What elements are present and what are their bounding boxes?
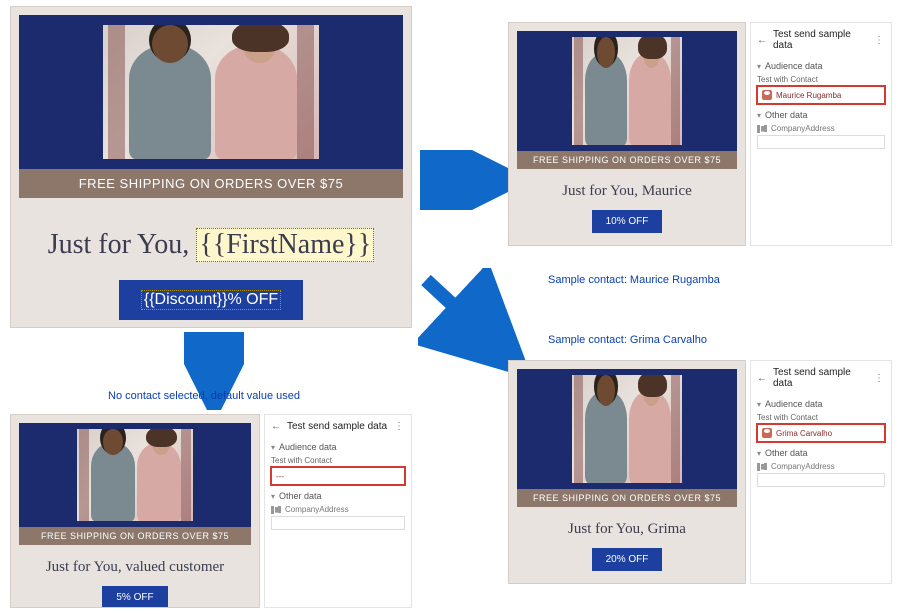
contact-label: Test with Contact (757, 413, 885, 422)
contact-label: Test with Contact (757, 75, 885, 84)
hero-image (19, 423, 251, 527)
discount-button[interactable]: {{Discount}}% OFF (119, 280, 303, 320)
contact-value: Maurice Rugamba (776, 91, 841, 100)
firstname-token[interactable]: {{FirstName}} (196, 228, 374, 262)
annotation-default: No contact selected, default value used (108, 390, 300, 402)
contact-input[interactable]: --- (271, 467, 405, 485)
annotation-maurice: Sample contact: Maurice Rugamba (548, 274, 720, 286)
email-preview-template: FREE SHIPPING ON ORDERS OVER $75 Just fo… (10, 6, 412, 328)
other-section[interactable]: Other data (271, 491, 405, 501)
sample-data-panel-grima: ← Test send sample data ⋮ Audience data … (750, 360, 892, 584)
audience-section[interactable]: Audience data (757, 61, 885, 71)
other-section[interactable]: Other data (757, 448, 885, 458)
contact-icon (762, 428, 772, 438)
resolved-name: Grima (648, 521, 686, 537)
audience-section[interactable]: Audience data (757, 399, 885, 409)
contact-input[interactable]: Grima Carvalho (757, 424, 885, 442)
other-section[interactable]: Other data (757, 110, 885, 120)
contact-value: Grima Carvalho (776, 429, 832, 438)
contact-input[interactable]: Maurice Rugamba (757, 86, 885, 104)
discount-button[interactable]: 5% OFF (102, 586, 167, 608)
audience-section[interactable]: Audience data (271, 442, 405, 452)
headline: Just for You, valued customer (11, 559, 259, 576)
contact-label: Test with Contact (271, 456, 405, 465)
headline: Just for You, {{FirstName}} (11, 228, 411, 262)
company-label: CompanyAddress (271, 505, 405, 514)
resolved-name: valued customer (125, 559, 224, 575)
hero-image (517, 369, 737, 489)
company-label: CompanyAddress (757, 462, 885, 471)
headline-prefix: Just for You, (568, 521, 648, 537)
hero-image (19, 15, 403, 169)
annotation-grima: Sample contact: Grima Carvalho (548, 334, 707, 346)
headline-prefix: Just for You, (562, 183, 642, 199)
company-input[interactable] (271, 516, 405, 530)
panel-title: Test send sample data (773, 367, 868, 389)
company-input[interactable] (757, 473, 885, 487)
contact-icon (762, 90, 772, 100)
hero-image (517, 31, 737, 151)
arrow-right-top (418, 150, 518, 210)
headline: Just for You, Grima (509, 521, 745, 538)
back-icon[interactable]: ← (757, 373, 767, 384)
more-icon[interactable]: ⋮ (874, 35, 885, 46)
resolved-name: Maurice (642, 183, 692, 199)
back-icon[interactable]: ← (271, 421, 281, 432)
discount-token: {{Discount}}% OFF (141, 290, 281, 310)
panel-title: Test send sample data (773, 29, 868, 51)
email-preview-maurice: FREE SHIPPING ON ORDERS OVER $75 Just fo… (508, 22, 746, 246)
back-icon[interactable]: ← (757, 35, 767, 46)
discount-button[interactable]: 10% OFF (592, 210, 663, 233)
shipping-banner: FREE SHIPPING ON ORDERS OVER $75 (19, 527, 251, 545)
more-icon[interactable]: ⋮ (874, 373, 885, 384)
discount-button[interactable]: 20% OFF (592, 548, 663, 571)
panel-title: Test send sample data (287, 421, 387, 432)
sample-data-panel-default: ← Test send sample data ⋮ Audience data … (264, 414, 412, 608)
company-label: CompanyAddress (757, 124, 885, 133)
shipping-banner: FREE SHIPPING ON ORDERS OVER $75 (517, 151, 737, 169)
headline-prefix: Just for You, (48, 229, 197, 260)
sample-data-panel-maurice: ← Test send sample data ⋮ Audience data … (750, 22, 892, 246)
company-input[interactable] (757, 135, 885, 149)
contact-value: --- (276, 472, 284, 481)
headline-prefix: Just for You, (46, 559, 126, 575)
shipping-banner: FREE SHIPPING ON ORDERS OVER $75 (517, 489, 737, 507)
shipping-banner: FREE SHIPPING ON ORDERS OVER $75 (19, 169, 403, 198)
headline: Just for You, Maurice (509, 183, 745, 200)
email-preview-default: FREE SHIPPING ON ORDERS OVER $75 Just fo… (10, 414, 260, 608)
email-preview-grima: FREE SHIPPING ON ORDERS OVER $75 Just fo… (508, 360, 746, 584)
more-icon[interactable]: ⋮ (394, 421, 405, 432)
